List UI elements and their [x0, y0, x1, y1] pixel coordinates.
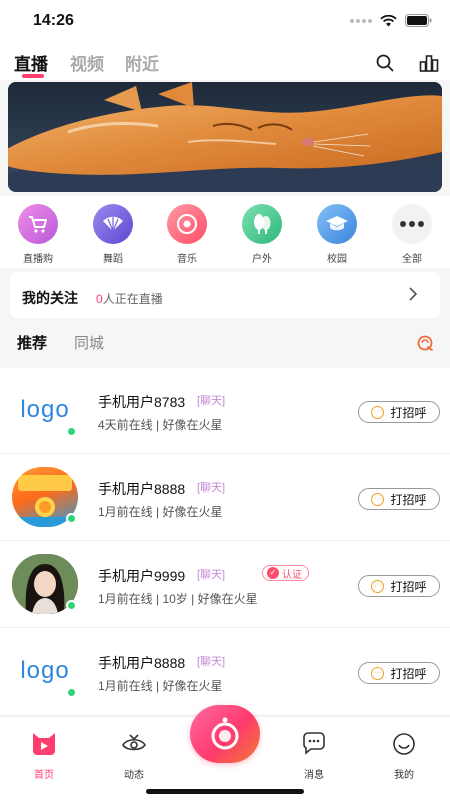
banner[interactable]: [8, 82, 442, 192]
tree-icon: [242, 204, 282, 244]
tab-nearby[interactable]: 附近: [125, 50, 159, 75]
user-feed: logo 手机用户8783 [聊天] 4天前在线 | 好像在火星 ··· 打招呼…: [0, 368, 450, 714]
chat-tag: [聊天]: [197, 395, 226, 407]
category-label: 校园: [327, 254, 347, 265]
category-label: 舞蹈: [103, 254, 123, 265]
check-icon: ✓: [267, 567, 279, 579]
message-dots-icon: ···: [371, 666, 385, 680]
fan-icon: [93, 204, 133, 244]
refresh-icon[interactable]: [416, 334, 434, 352]
profile-icon: [393, 733, 415, 755]
chevron-right-icon: [409, 287, 418, 301]
status-icons: [350, 14, 432, 27]
follow-title: 我的关注: [22, 290, 78, 306]
online-indicator: [66, 426, 77, 437]
graduation-cap-icon: [317, 204, 357, 244]
chat-icon: [303, 732, 325, 755]
category-music[interactable]: 音乐: [157, 204, 217, 265]
nav-label: 首页: [34, 770, 54, 781]
greet-label: 打招呼: [390, 492, 427, 507]
chat-tag: [聊天]: [197, 482, 226, 494]
certified-label: 认证: [282, 569, 302, 581]
nav-profile[interactable]: 我的: [374, 729, 434, 781]
greet-button[interactable]: ··· 打招呼: [358, 575, 440, 597]
greet-label: 打招呼: [390, 405, 427, 420]
more-dots-icon: [392, 204, 432, 244]
home-indicator: [146, 789, 304, 794]
category-outdoor[interactable]: 户外: [232, 204, 292, 265]
status-bar: 14:26: [0, 0, 450, 44]
message-dots-icon: ···: [371, 492, 385, 506]
follow-suffix: 人正在直播: [102, 292, 163, 306]
eye-icon: [122, 734, 146, 751]
nav-moments[interactable]: 动态: [104, 729, 164, 781]
user-name: 手机用户9999: [98, 568, 186, 584]
list-item[interactable]: logo 手机用户8888 [聊天] 1月前在线 | 好像在火星 ··· 打招呼: [0, 629, 450, 714]
camera-icon: [211, 717, 239, 750]
signal-icon: [350, 18, 372, 23]
category-row: 直播购 舞蹈 音乐 户外 校园 全部: [0, 196, 450, 268]
follow-count: 0: [96, 292, 103, 306]
nav-label: 消息: [304, 770, 324, 781]
chat-tag: [聊天]: [197, 656, 226, 668]
nav-label: 我的: [394, 770, 414, 781]
nav-label: 动态: [124, 770, 144, 781]
user-name: 手机用户8888: [98, 655, 186, 671]
list-item[interactable]: logo 手机用户8783 [聊天] 4天前在线 | 好像在火星 ··· 打招呼: [0, 368, 450, 454]
search-icon[interactable]: [374, 52, 396, 74]
list-item[interactable]: 手机用户9999 [聊天] ✓ 认证 1月前在线 | 10岁 | 好像在火星 ·…: [0, 542, 450, 628]
wifi-icon: [380, 14, 397, 26]
greet-button[interactable]: ··· 打招呼: [358, 401, 440, 423]
category-campus[interactable]: 校园: [307, 204, 367, 265]
ranking-icon[interactable]: [418, 52, 440, 74]
avatar-logo-text: logo: [20, 657, 70, 684]
greet-button[interactable]: ··· 打招呼: [358, 662, 440, 684]
nav-home[interactable]: 首页: [14, 729, 74, 781]
my-follow-card[interactable]: 我的关注 0人正在直播: [10, 272, 440, 318]
certified-badge: ✓ 认证: [262, 565, 309, 581]
message-dots-icon: ···: [371, 405, 385, 419]
tab-live[interactable]: 直播: [14, 50, 48, 75]
sub-tabs: 推荐 同城: [0, 326, 450, 358]
avatar-logo-text: logo: [20, 396, 70, 423]
online-indicator: [66, 600, 77, 611]
battery-icon: [405, 14, 432, 27]
category-all[interactable]: 全部: [382, 204, 442, 265]
category-label: 音乐: [177, 254, 197, 265]
greet-label: 打招呼: [390, 579, 427, 594]
user-name: 手机用户8888: [98, 481, 186, 497]
nav-messages[interactable]: 消息: [284, 729, 344, 781]
tab-same-city[interactable]: 同城: [74, 332, 104, 353]
top-nav: 直播 视频 附近: [0, 44, 450, 80]
category-label: 全部: [402, 254, 422, 265]
status-time: 14:26: [33, 12, 74, 29]
message-dots-icon: ···: [371, 579, 385, 593]
category-live-shopping[interactable]: 直播购: [8, 204, 68, 265]
user-name: 手机用户8783: [98, 394, 186, 410]
home-icon: [33, 733, 55, 755]
category-dance[interactable]: 舞蹈: [83, 204, 143, 265]
active-tab-indicator: [22, 74, 44, 78]
banner-cat-image: [8, 82, 442, 192]
tab-recommend[interactable]: 推荐: [17, 332, 47, 353]
bottom-nav: 首页 动态 消息 我的: [0, 705, 450, 800]
cart-icon: [18, 204, 58, 244]
user-meta: 1月前在线 | 好像在火星: [98, 505, 223, 519]
category-label: 直播购: [23, 254, 53, 265]
user-meta: 1月前在线 | 10岁 | 好像在火星: [98, 592, 258, 606]
online-indicator: [66, 687, 77, 698]
start-live-button[interactable]: [190, 705, 260, 763]
chat-tag: [聊天]: [197, 569, 226, 581]
user-meta: 4天前在线 | 好像在火星: [98, 418, 223, 432]
tab-video[interactable]: 视频: [70, 50, 104, 75]
category-label: 户外: [252, 254, 272, 265]
follow-live-count: 0人正在直播: [96, 290, 163, 307]
music-icon: [167, 204, 207, 244]
greet-label: 打招呼: [390, 666, 427, 681]
greet-button[interactable]: ··· 打招呼: [358, 488, 440, 510]
user-meta: 1月前在线 | 好像在火星: [98, 679, 223, 693]
online-indicator: [66, 513, 77, 524]
list-item[interactable]: 手机用户8888 [聊天] 1月前在线 | 好像在火星 ··· 打招呼: [0, 455, 450, 541]
